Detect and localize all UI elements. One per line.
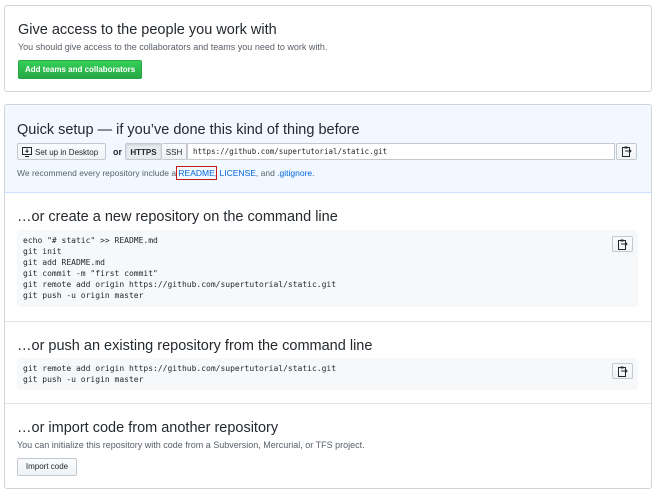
recommend-prefix: We recommend every repository include a bbox=[17, 168, 179, 178]
create-repo-code[interactable]: echo "# static" >> README.md git init gi… bbox=[17, 230, 638, 307]
ssh-button[interactable]: SSH bbox=[162, 143, 187, 160]
setup-panel: Quick setup — if you’ve done this kind o… bbox=[4, 104, 652, 489]
create-repo-section: …or create a new repository on the comma… bbox=[5, 193, 651, 321]
desktop-download-icon bbox=[22, 147, 32, 157]
clipboard-icon bbox=[618, 366, 628, 377]
access-panel: Give access to the people you work with … bbox=[4, 5, 652, 92]
add-teams-button[interactable]: Add teams and collaborators bbox=[18, 60, 143, 79]
setup-desktop-label: Set up in Desktop bbox=[35, 148, 99, 157]
https-button[interactable]: HTTPS bbox=[125, 143, 162, 160]
copy-push-code-button[interactable] bbox=[612, 363, 633, 379]
push-repo-section: …or push an existing repository from the… bbox=[5, 321, 651, 404]
clone-url-input[interactable]: https://github.com/supertutorial/static.… bbox=[187, 143, 615, 160]
access-title: Give access to the people you work with bbox=[18, 22, 277, 38]
import-section: …or import code from another repository … bbox=[5, 403, 651, 488]
gitignore-link[interactable]: .gitignore bbox=[277, 168, 312, 178]
push-repo-title: …or push an existing repository from the… bbox=[17, 338, 373, 354]
create-repo-title: …or create a new repository on the comma… bbox=[17, 209, 338, 225]
setup-desktop-button[interactable]: Set up in Desktop bbox=[17, 143, 106, 160]
access-description: You should give access to the collaborat… bbox=[18, 42, 328, 52]
import-code-button[interactable]: Import code bbox=[17, 458, 77, 476]
or-label: or bbox=[113, 147, 122, 157]
import-description: You can initialize this repository with … bbox=[17, 440, 365, 450]
recommend-text: We recommend every repository include a … bbox=[17, 166, 315, 180]
import-title: …or import code from another repository bbox=[17, 420, 279, 436]
copy-url-button[interactable] bbox=[616, 143, 637, 160]
copy-create-code-button[interactable] bbox=[612, 236, 633, 252]
push-repo-code[interactable]: git remote add origin https://github.com… bbox=[17, 358, 638, 390]
and-sep: , and bbox=[255, 168, 278, 178]
quick-setup-title: Quick setup — if you’ve done this kind o… bbox=[17, 122, 360, 138]
quick-setup-section: Quick setup — if you’ve done this kind o… bbox=[5, 105, 651, 193]
readme-link[interactable]: README bbox=[176, 166, 217, 180]
license-link[interactable]: LICENSE bbox=[220, 168, 256, 178]
clipboard-icon bbox=[622, 146, 632, 157]
period: . bbox=[312, 168, 315, 178]
clipboard-icon bbox=[618, 239, 628, 250]
